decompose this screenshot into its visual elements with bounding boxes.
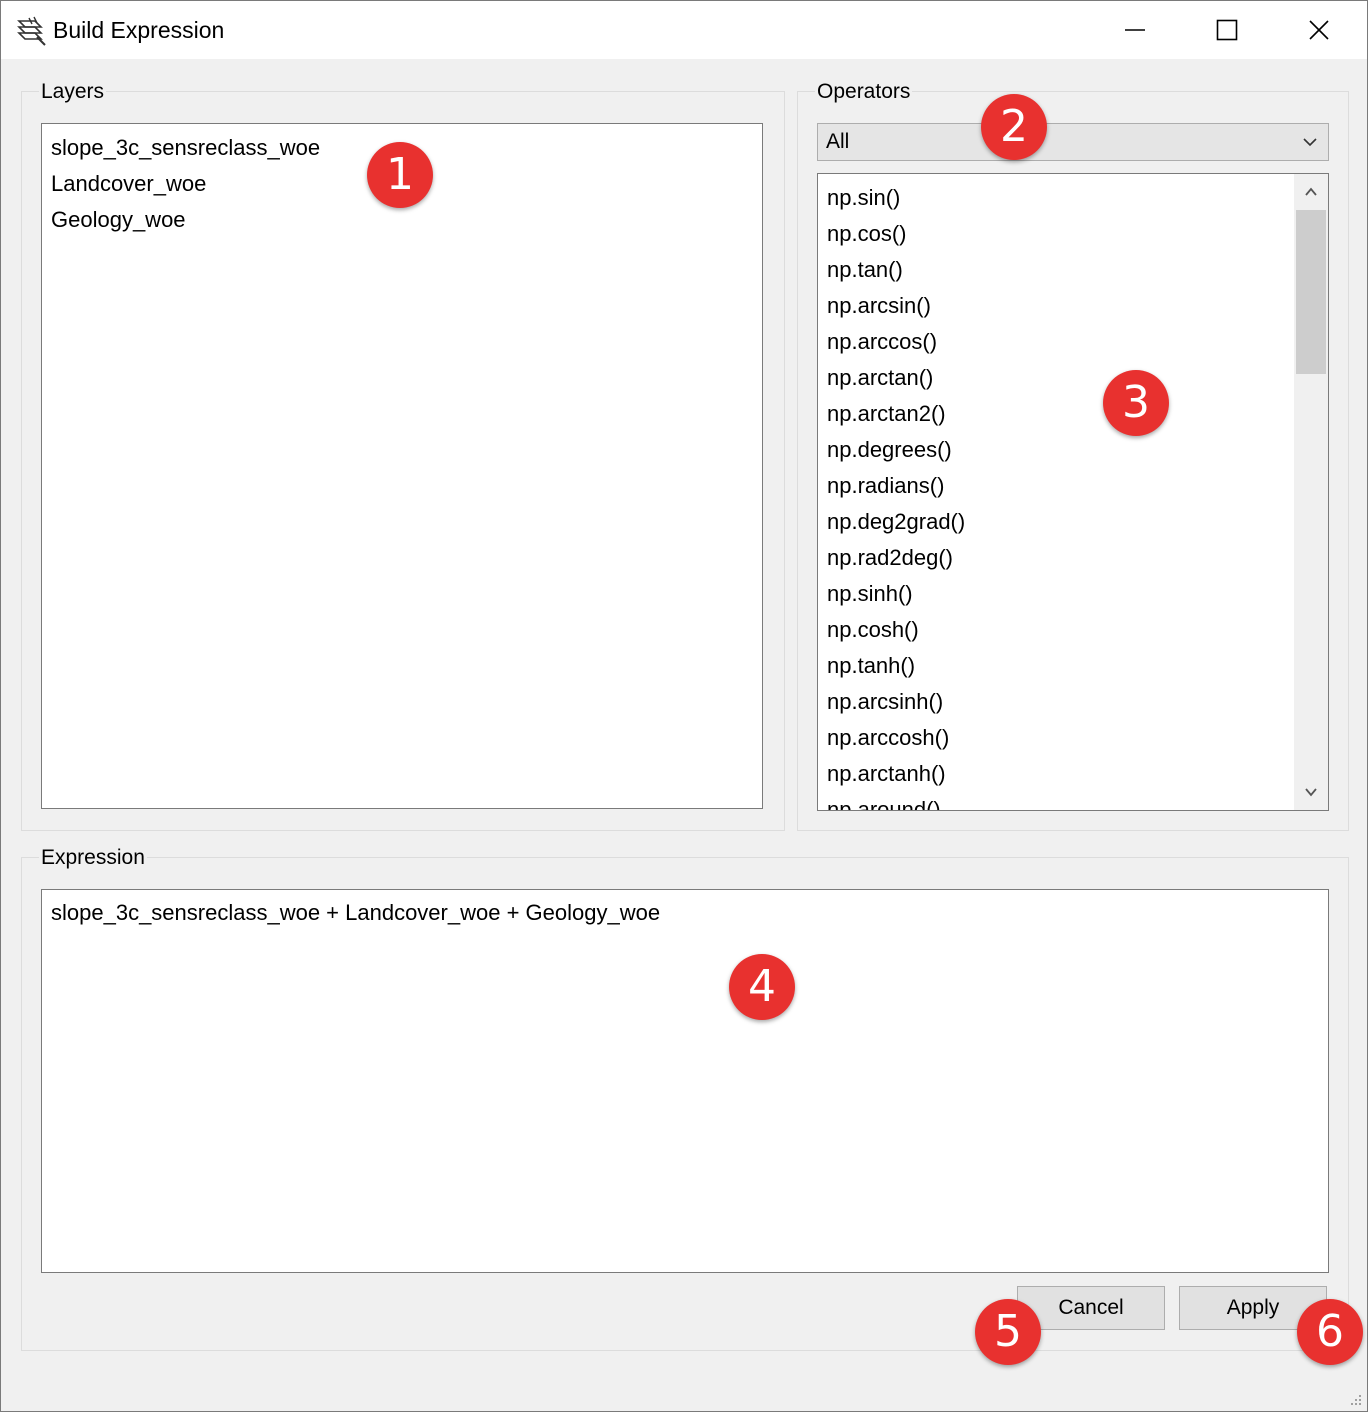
annotation-badge-3: 3 [1103, 370, 1169, 436]
expression-builder-icon [15, 15, 47, 47]
operator-item[interactable]: np.degrees() [818, 432, 1294, 468]
scroll-down-button[interactable] [1294, 774, 1328, 810]
build-expression-window: Build Expression Layers slope_3c_sensrec… [0, 0, 1368, 1412]
minimize-icon [1125, 29, 1145, 31]
close-icon [1309, 20, 1329, 40]
annotation-badge-5: 5 [975, 1299, 1041, 1365]
operators-scrollbar[interactable] [1294, 174, 1328, 810]
close-button[interactable] [1273, 1, 1365, 59]
operator-item[interactable]: np.tanh() [818, 648, 1294, 684]
chevron-down-icon [1302, 134, 1318, 155]
annotation-badge-4: 4 [729, 954, 795, 1020]
operators-list-items: np.sin() np.cos() np.tan() np.arcsin() n… [818, 180, 1294, 810]
annotation-badge-1: 1 [367, 142, 433, 208]
scroll-up-button[interactable] [1294, 174, 1328, 210]
chevron-up-icon [1305, 187, 1317, 196]
operators-group-label: Operators [815, 79, 913, 105]
operator-item[interactable]: np.deg2grad() [818, 504, 1294, 540]
operator-filter-value: All [826, 130, 850, 153]
operator-filter-dropdown[interactable]: All [817, 123, 1329, 161]
operator-item[interactable]: np.arctan() [818, 360, 1294, 396]
annotation-badge-6: 6 [1297, 1299, 1363, 1365]
scroll-thumb[interactable] [1296, 210, 1326, 374]
window-title: Build Expression [53, 17, 225, 43]
operator-item[interactable]: np.cosh() [818, 612, 1294, 648]
layers-group-label: Layers [39, 79, 107, 105]
operator-item[interactable]: np.arctanh() [818, 756, 1294, 792]
expression-group-label: Expression [39, 845, 147, 871]
expression-value: slope_3c_sensreclass_woe + Landcover_woe… [51, 900, 661, 925]
operators-list[interactable]: np.sin() np.cos() np.tan() np.arcsin() n… [817, 173, 1329, 811]
expression-textarea[interactable]: slope_3c_sensreclass_woe + Landcover_woe… [41, 889, 1329, 1273]
operator-item[interactable]: np.tan() [818, 252, 1294, 288]
operator-item[interactable]: np.sinh() [818, 576, 1294, 612]
layers-list[interactable]: slope_3c_sensreclass_woe Landcover_woe G… [41, 123, 763, 809]
operator-item[interactable]: np.arcsinh() [818, 684, 1294, 720]
operator-item[interactable]: np.arctan2() [818, 396, 1294, 432]
operator-item[interactable]: np.rad2deg() [818, 540, 1294, 576]
operator-item[interactable]: np.sin() [818, 180, 1294, 216]
operator-item[interactable]: np.arccosh() [818, 720, 1294, 756]
annotation-badge-2: 2 [981, 94, 1047, 160]
operator-item[interactable]: np.around() [818, 792, 1294, 810]
operator-item[interactable]: np.arccos() [818, 324, 1294, 360]
maximize-button[interactable] [1181, 1, 1273, 59]
operator-item[interactable]: np.arcsin() [818, 288, 1294, 324]
maximize-icon [1216, 19, 1238, 41]
resize-grip-icon[interactable] [1349, 1393, 1363, 1407]
title-bar[interactable]: Build Expression [1, 1, 1367, 59]
minimize-button[interactable] [1089, 1, 1181, 59]
operator-item[interactable]: np.cos() [818, 216, 1294, 252]
operator-item[interactable]: np.radians() [818, 468, 1294, 504]
chevron-down-icon [1305, 788, 1317, 797]
